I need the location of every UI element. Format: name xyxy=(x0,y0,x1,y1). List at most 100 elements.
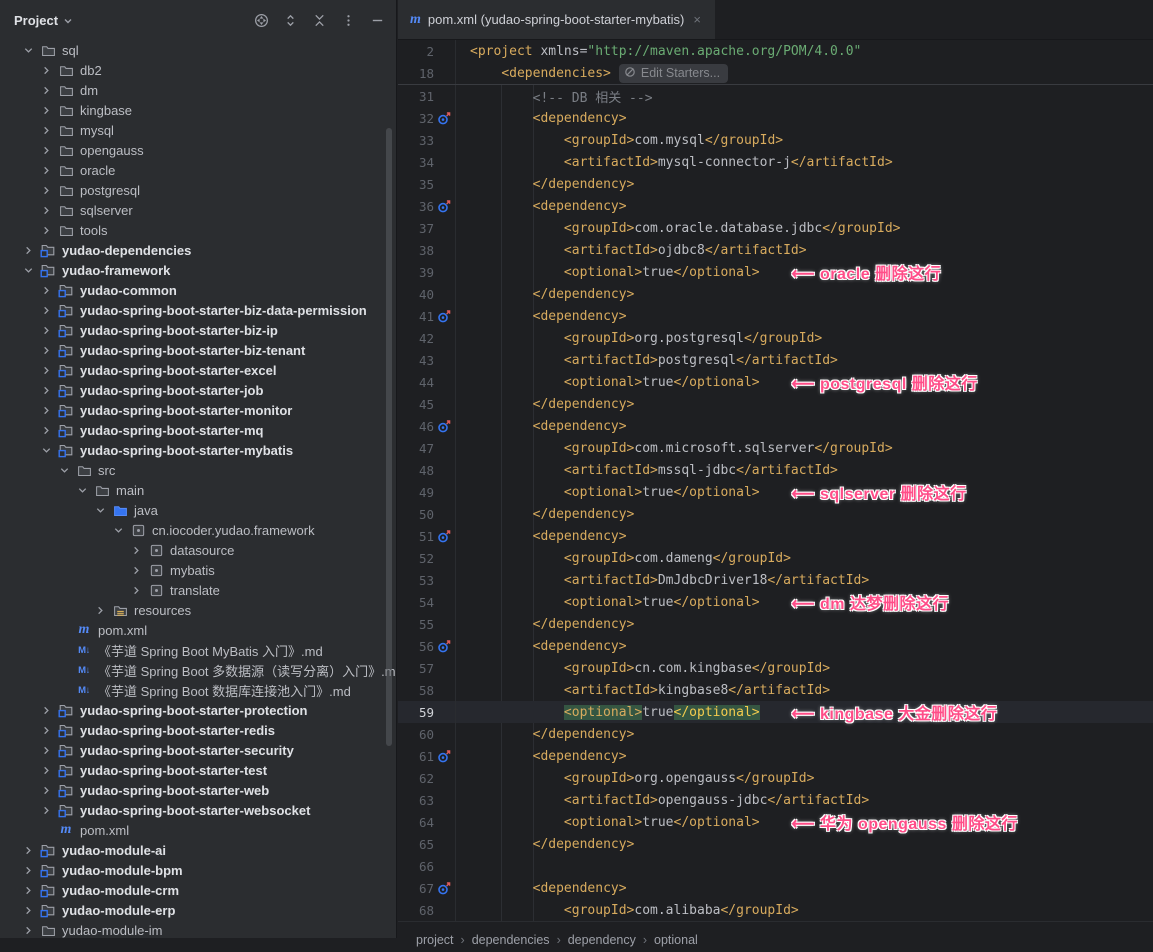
chevron-down-icon[interactable] xyxy=(38,442,54,458)
tree-item[interactable]: oracle xyxy=(0,160,396,180)
chevron-right-icon[interactable] xyxy=(20,862,36,878)
code-line[interactable]: 45 </dependency> xyxy=(398,393,1153,415)
code-line[interactable]: 66 xyxy=(398,855,1153,877)
tree-item[interactable]: yudao-module-bpm xyxy=(0,860,396,880)
maven-dependency-gutter-icon[interactable] xyxy=(437,881,455,895)
sticky-code-line[interactable]: 2<project xmlns="http://maven.apache.org… xyxy=(398,40,1153,62)
code-line[interactable]: 48 <artifactId>mssql-jdbc</artifactId> xyxy=(398,459,1153,481)
chevron-right-icon[interactable] xyxy=(20,842,36,858)
select-opened-file-icon[interactable] xyxy=(252,11,270,29)
chevron-down-icon[interactable] xyxy=(74,482,90,498)
tree-item[interactable]: yudao-spring-boot-starter-test xyxy=(0,760,396,780)
code-line[interactable]: 52 <groupId>com.dameng</groupId> xyxy=(398,547,1153,569)
more-options-icon[interactable] xyxy=(339,11,357,29)
code-line[interactable]: 39 <optional>true</optional>⟵ oracle 删除这… xyxy=(398,261,1153,283)
chevron-right-icon[interactable] xyxy=(38,722,54,738)
code-line[interactable]: 38 <artifactId>ojdbc8</artifactId> xyxy=(398,239,1153,261)
project-view-selector[interactable]: Project xyxy=(14,13,73,28)
tree-item[interactable]: opengauss xyxy=(0,140,396,160)
chevron-down-icon[interactable] xyxy=(92,502,108,518)
code-line[interactable]: 34 <artifactId>mysql-connector-j</artifa… xyxy=(398,151,1153,173)
chevron-right-icon[interactable] xyxy=(92,602,108,618)
tree-item[interactable]: postgresql xyxy=(0,180,396,200)
tree-item[interactable]: yudao-spring-boot-starter-biz-tenant xyxy=(0,340,396,360)
code-line[interactable]: 61 <dependency> xyxy=(398,745,1153,767)
maven-dependency-gutter-icon[interactable] xyxy=(437,199,455,213)
tree-item[interactable]: yudao-dependencies xyxy=(0,240,396,260)
tree-item[interactable]: translate xyxy=(0,580,396,600)
tree-item[interactable]: mybatis xyxy=(0,560,396,580)
collapse-all-icon[interactable] xyxy=(310,11,328,29)
tree-item[interactable]: dm xyxy=(0,80,396,100)
expand-all-icon[interactable] xyxy=(281,11,299,29)
sticky-code-line[interactable]: 18 <dependencies>Edit Starters... xyxy=(398,62,1153,84)
tab-close-icon[interactable]: × xyxy=(691,12,703,27)
code-line[interactable]: 35 </dependency> xyxy=(398,173,1153,195)
chevron-right-icon[interactable] xyxy=(20,902,36,918)
maven-dependency-gutter-icon[interactable] xyxy=(437,749,455,763)
code-line[interactable]: 67 <dependency> xyxy=(398,877,1153,899)
tree-item[interactable]: tools xyxy=(0,220,396,240)
chevron-right-icon[interactable] xyxy=(38,122,54,138)
code-line[interactable]: 41 <dependency> xyxy=(398,305,1153,327)
code-line[interactable]: 65 </dependency> xyxy=(398,833,1153,855)
tree-item[interactable]: yudao-spring-boot-starter-biz-ip xyxy=(0,320,396,340)
code-line[interactable]: 62 <groupId>org.opengauss</groupId> xyxy=(398,767,1153,789)
tree-item[interactable]: src xyxy=(0,460,396,480)
breadcrumb-item[interactable]: project xyxy=(416,933,454,947)
chevron-down-icon[interactable] xyxy=(20,42,36,58)
code-line[interactable]: 37 <groupId>com.oracle.database.jdbc</gr… xyxy=(398,217,1153,239)
code-line[interactable]: 46 <dependency> xyxy=(398,415,1153,437)
chevron-right-icon[interactable] xyxy=(38,342,54,358)
code-line[interactable]: 44 <optional>true</optional>⟵ postgresql… xyxy=(398,371,1153,393)
chevron-down-icon[interactable] xyxy=(56,462,72,478)
chevron-right-icon[interactable] xyxy=(38,62,54,78)
tree-item[interactable]: main xyxy=(0,480,396,500)
chevron-right-icon[interactable] xyxy=(20,922,36,938)
chevron-right-icon[interactable] xyxy=(38,402,54,418)
chevron-right-icon[interactable] xyxy=(38,742,54,758)
tree-item[interactable]: yudao-spring-boot-starter-mq xyxy=(0,420,396,440)
tree-item[interactable]: yudao-spring-boot-starter-monitor xyxy=(0,400,396,420)
tree-item[interactable]: java xyxy=(0,500,396,520)
code-line[interactable]: 32 <dependency> xyxy=(398,107,1153,129)
tree-item[interactable]: yudao-spring-boot-starter-security xyxy=(0,740,396,760)
code-line[interactable]: 68 <groupId>com.alibaba</groupId> xyxy=(398,899,1153,921)
code-line[interactable]: 47 <groupId>com.microsoft.sqlserver</gro… xyxy=(398,437,1153,459)
chevron-right-icon[interactable] xyxy=(38,182,54,198)
tree-item[interactable]: yudao-spring-boot-starter-mybatis xyxy=(0,440,396,460)
maven-dependency-gutter-icon[interactable] xyxy=(437,309,455,323)
chevron-right-icon[interactable] xyxy=(38,202,54,218)
tree-item[interactable]: yudao-spring-boot-starter-excel xyxy=(0,360,396,380)
breadcrumb-item[interactable]: dependency xyxy=(568,933,636,947)
tree-item[interactable]: yudao-module-im xyxy=(0,920,396,938)
tree-item[interactable]: mpom.xml xyxy=(0,620,396,640)
chevron-right-icon[interactable] xyxy=(38,362,54,378)
chevron-right-icon[interactable] xyxy=(38,222,54,238)
tree-item[interactable]: mpom.xml xyxy=(0,820,396,840)
code-line[interactable]: 53 <artifactId>DmJdbcDriver18</artifactI… xyxy=(398,569,1153,591)
tree-item[interactable]: datasource xyxy=(0,540,396,560)
code-line[interactable]: 42 <groupId>org.postgresql</groupId> xyxy=(398,327,1153,349)
tree-item[interactable]: yudao-spring-boot-starter-job xyxy=(0,380,396,400)
code-line[interactable]: 56 <dependency> xyxy=(398,635,1153,657)
chevron-right-icon[interactable] xyxy=(38,802,54,818)
chevron-right-icon[interactable] xyxy=(38,102,54,118)
breadcrumb-item[interactable]: optional xyxy=(654,933,698,947)
chevron-right-icon[interactable] xyxy=(38,382,54,398)
chevron-right-icon[interactable] xyxy=(128,542,144,558)
chevron-right-icon[interactable] xyxy=(38,422,54,438)
code-line[interactable]: 51 <dependency> xyxy=(398,525,1153,547)
tree-item[interactable]: M↓《芋道 Spring Boot 数据库连接池入门》.md xyxy=(0,680,396,700)
chevron-right-icon[interactable] xyxy=(38,282,54,298)
code-line[interactable]: 57 <groupId>cn.com.kingbase</groupId> xyxy=(398,657,1153,679)
code-line[interactable]: 54 <optional>true</optional>⟵ dm 达梦删除这行 xyxy=(398,591,1153,613)
chevron-right-icon[interactable] xyxy=(38,762,54,778)
code-line[interactable]: 50 </dependency> xyxy=(398,503,1153,525)
chevron-right-icon[interactable] xyxy=(128,562,144,578)
chevron-right-icon[interactable] xyxy=(38,302,54,318)
tree-item[interactable]: yudao-spring-boot-starter-websocket xyxy=(0,800,396,820)
chevron-right-icon[interactable] xyxy=(20,242,36,258)
code-line[interactable]: 49 <optional>true</optional>⟵ sqlserver … xyxy=(398,481,1153,503)
tree-item[interactable]: kingbase xyxy=(0,100,396,120)
